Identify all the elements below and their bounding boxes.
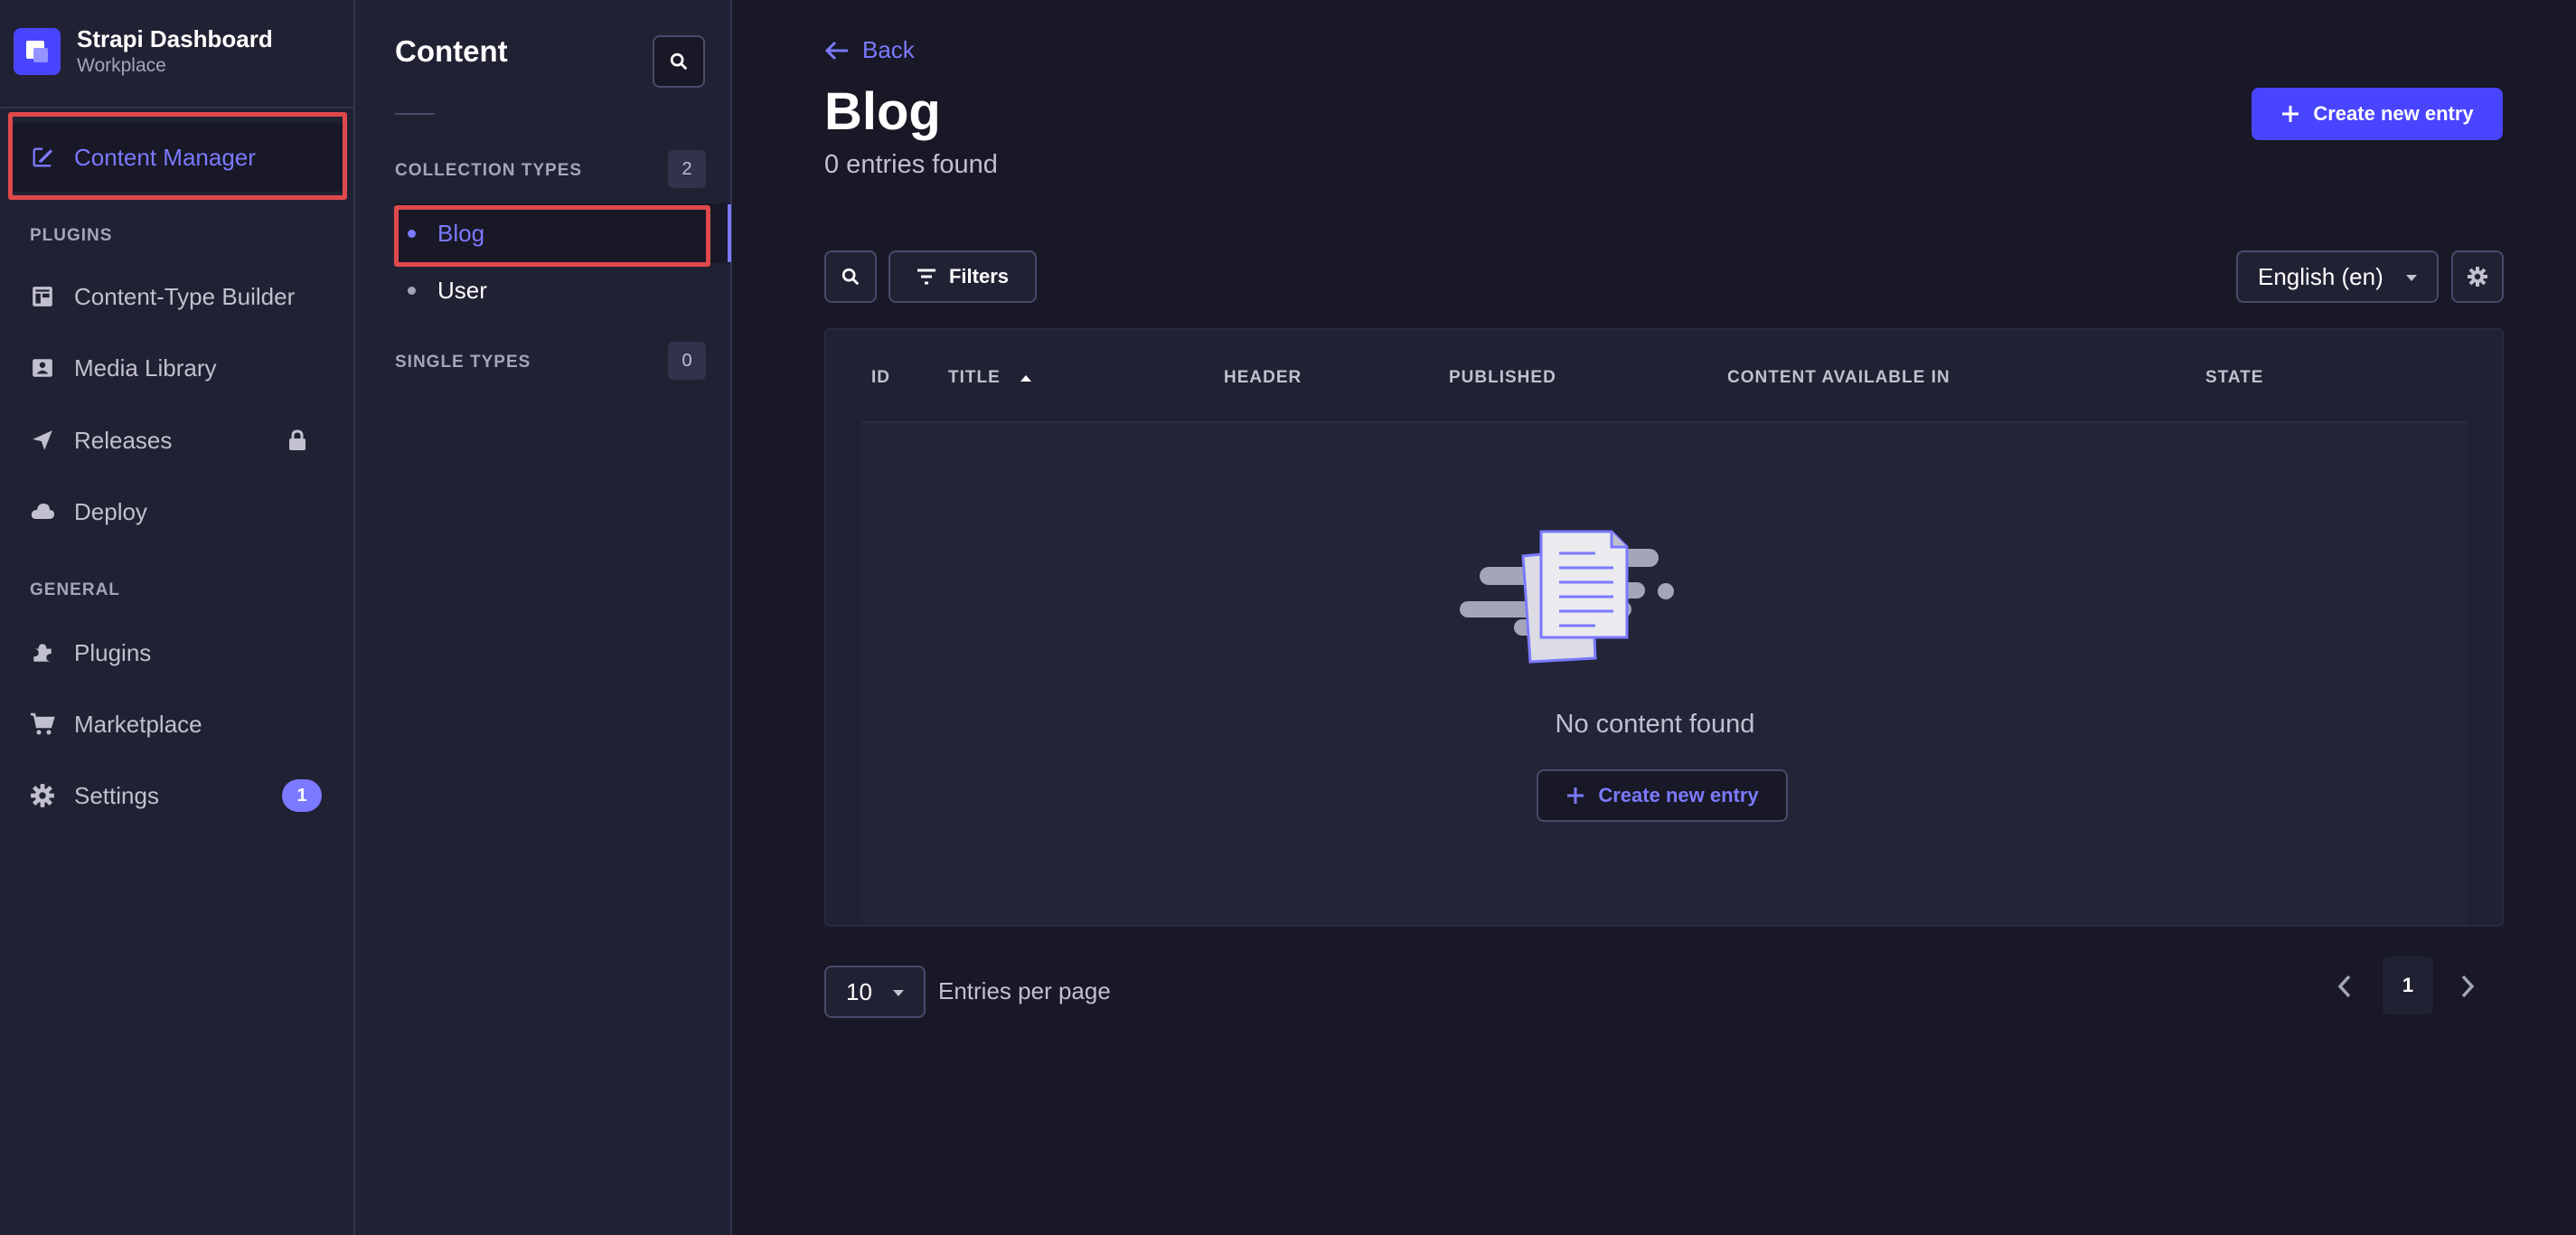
sort-ascending-icon (1020, 374, 1031, 382)
nav-item-label: Settings (74, 781, 159, 809)
subnav-item-label: Blog (437, 219, 485, 247)
main-nav: Strapi Dashboard Workplace Content Manag… (0, 0, 355, 1235)
chevron-down-icon (2406, 275, 2417, 281)
empty-state-create-button[interactable]: Create new entry (1537, 769, 1788, 822)
previous-page-button[interactable] (2327, 968, 2363, 1004)
filters-label: Filters (948, 265, 1010, 288)
table-search-button[interactable] (824, 250, 877, 303)
view-settings-button[interactable] (2451, 250, 2504, 303)
chevron-right-icon (2461, 975, 2475, 998)
plus-icon (1567, 787, 1584, 804)
layout-icon (29, 283, 56, 310)
subnav-search-button[interactable] (653, 35, 705, 88)
bullet-icon (408, 286, 416, 295)
search-icon (670, 52, 688, 71)
nav-item-label: Media Library (74, 354, 217, 382)
brand[interactable]: Strapi Dashboard Workplace (14, 24, 273, 79)
nav-item-label: Deploy (74, 497, 147, 525)
subnav-divider (395, 113, 435, 115)
cloud-icon (29, 498, 56, 525)
content-subnav: Content COLLECTION TYPES 2 Blog User SIN… (355, 0, 732, 1235)
empty-documents-icon (1460, 530, 1674, 664)
nav-item-label: Content Manager (74, 143, 256, 171)
column-header-header[interactable]: HEADER (1224, 368, 1302, 388)
next-page-button[interactable] (2449, 968, 2486, 1004)
back-label: Back (862, 36, 915, 63)
collection-types-heading: COLLECTION TYPES (395, 161, 583, 180)
nav-section-general: GENERAL (30, 580, 120, 599)
filters-button[interactable]: Filters (888, 250, 1037, 303)
nav-item-label: Marketplace (74, 710, 202, 738)
lock-icon (287, 429, 307, 456)
per-page-value: 10 (846, 977, 872, 1005)
collection-types-count: 2 (668, 150, 706, 188)
single-types-count: 0 (668, 342, 706, 380)
nav-item-label: Plugins (74, 638, 152, 666)
strapi-logo-icon (14, 28, 61, 75)
plus-icon (2282, 106, 2299, 122)
nav-item-media-library[interactable]: Media Library (11, 334, 343, 402)
nav-item-label: Content-Type Builder (74, 282, 296, 310)
active-indicator (728, 204, 731, 262)
subnav-item-blog[interactable]: Blog (395, 203, 729, 263)
nav-item-label: Releases (74, 426, 173, 454)
nav-item-plugins[interactable]: Plugins (11, 618, 343, 687)
subnav-title: Content (395, 34, 508, 68)
search-icon (841, 268, 860, 286)
empty-create-label: Create new entry (1598, 784, 1759, 806)
arrow-left-icon (824, 41, 848, 60)
nav-item-content-manager[interactable]: Content Manager (11, 123, 343, 192)
main-content: Back Blog 0 entries found Create new ent… (734, 0, 2576, 1235)
nav-section-plugins: PLUGINS (30, 226, 113, 245)
bullet-icon (408, 229, 416, 238)
column-header-state[interactable]: STATE (2205, 368, 2263, 388)
puzzle-icon (29, 639, 56, 666)
column-header-content-available-in[interactable]: CONTENT AVAILABLE IN (1727, 368, 1951, 388)
subnav-item-user[interactable]: User (395, 260, 729, 320)
empty-state-message: No content found (1555, 710, 1755, 739)
page-button-current[interactable]: 1 (2383, 957, 2433, 1014)
page-title: Blog (824, 82, 941, 141)
entries-count: 0 entries found (824, 150, 998, 179)
image-icon (29, 354, 56, 382)
create-button-label: Create new entry (2313, 102, 2474, 125)
create-new-entry-button[interactable]: Create new entry (2252, 88, 2503, 140)
chevron-down-icon (893, 990, 904, 996)
brand-subtitle: Workplace (77, 55, 166, 76)
brand-divider (0, 107, 355, 108)
notification-badge: 1 (282, 779, 322, 812)
shopping-cart-icon (29, 711, 56, 738)
filter-icon (917, 269, 935, 285)
column-header-published[interactable]: PUBLISHED (1449, 368, 1556, 388)
nav-item-deploy[interactable]: Deploy (11, 477, 343, 546)
subnav-item-label: User (437, 276, 487, 304)
gear-icon (2468, 267, 2487, 287)
chevron-left-icon (2337, 975, 2351, 998)
paper-plane-icon (29, 427, 56, 454)
feather-icon (29, 144, 56, 171)
back-link[interactable]: Back (824, 36, 915, 64)
entries-per-page-select[interactable]: 10 (824, 966, 926, 1018)
column-header-id[interactable]: ID (871, 368, 890, 388)
column-header-title[interactable]: TITLE (948, 368, 1031, 388)
nav-item-marketplace[interactable]: Marketplace (11, 690, 343, 759)
gear-icon (29, 782, 56, 809)
locale-select[interactable]: English (en) (2236, 250, 2439, 303)
locale-value: English (en) (2258, 262, 2383, 290)
nav-item-content-type-builder[interactable]: Content-Type Builder (11, 262, 343, 331)
per-page-label: Entries per page (938, 977, 1111, 1004)
single-types-heading: SINGLE TYPES (395, 353, 531, 372)
app-root: Strapi Dashboard Workplace Content Manag… (0, 0, 2576, 1235)
brand-text: Strapi Dashboard Workplace (77, 24, 273, 79)
brand-title: Strapi Dashboard (77, 25, 273, 52)
